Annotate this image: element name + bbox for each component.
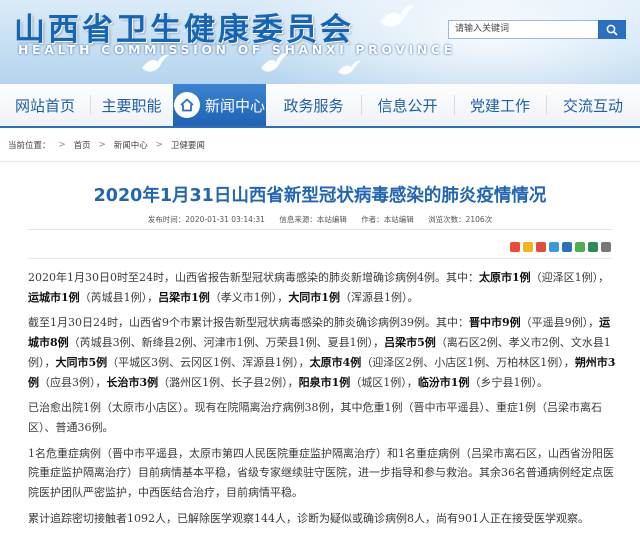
breadcrumb-prefix: 当前位置：	[8, 140, 51, 151]
search-input[interactable]: 请输入关键词	[448, 20, 598, 39]
breadcrumb-separator: >	[58, 139, 66, 150]
nav-item-label: 新闻中心	[204, 96, 265, 115]
info-source: 信息来源：本站编辑	[279, 215, 347, 224]
nav-item-home[interactable]: 网站首页	[0, 84, 90, 126]
highlight-text: 运城市1例	[28, 290, 80, 304]
nav-item-interaction[interactable]: 交流互动	[546, 84, 640, 126]
main-nav: 网站首页 主要职能 新闻中心 政务服务 信息公开 党建工作 交流互动	[0, 84, 640, 128]
article-paragraph: 已治愈出院1例（太原市小店区）。现有在院隔离治疗病例38例，其中危重1例（晋中市…	[28, 398, 618, 437]
dove-icon	[338, 60, 361, 75]
article-paragraph: 1名危重症病例（晋中市平遥县，太原市第四人民医院重症监护隔离治疗）和1名重症病例…	[28, 444, 618, 503]
paragraph-text: （芮城县3例、新绛县2例、河津市1例、万荣县1例、夏县1例），	[68, 336, 385, 350]
share-douban-icon[interactable]	[588, 242, 598, 252]
breadcrumb-home[interactable]: 首页	[74, 139, 91, 151]
breadcrumb-health-news[interactable]: 卫健要闻	[171, 139, 205, 151]
paragraph-text: （城区1例），	[350, 375, 418, 389]
header-banner: 山西省卫生健康委员会 HEALTH COMMISSION OF SHANXI P…	[0, 0, 640, 84]
paragraph-text: （平城区3例、云冈区1例、浑源县1例），	[107, 355, 310, 369]
share-print-icon[interactable]	[601, 242, 611, 252]
share-more-icon[interactable]	[510, 242, 520, 252]
nav-item-label: 网站首页	[14, 96, 75, 115]
breadcrumb: 当前位置： > 首页 > 新闻中心 > 卫健要闻	[0, 128, 640, 162]
share-bar	[510, 242, 611, 252]
highlight-text: 大同市5例	[55, 355, 108, 369]
highlight-text: 吕梁市5例	[384, 336, 436, 350]
paragraph-text: （潞州区1例、长子县2例），	[158, 375, 299, 389]
publish-time: 发布时间：2020-01-31 03:14:31	[147, 215, 265, 224]
article-title: 2020年1月31日山西省新型冠状病毒感染的肺炎疫情情况	[93, 186, 547, 206]
home-icon	[173, 92, 200, 118]
search-button[interactable]	[598, 20, 626, 39]
nav-item-label: 政务服务	[283, 96, 344, 115]
dove-icon	[142, 54, 169, 72]
highlight-text: 吕梁市1例	[158, 290, 210, 304]
highlight-text: 大同市1例	[288, 290, 340, 304]
paragraph-text: 截至1月30日24时，山西省9个市累计报告新型冠状病毒感染的肺炎确诊病例39例。…	[28, 316, 469, 330]
nav-item-party[interactable]: 党建工作	[454, 84, 546, 126]
highlight-text: 太原市4例	[309, 355, 362, 369]
paragraph-text: （浑源县1例）。	[339, 290, 419, 304]
author: 作者：本站编辑	[361, 215, 414, 224]
paragraph-text: 1名危重症病例（晋中市平遥县，太原市第四人民医院重症监护隔离治疗）和1名重症病例…	[28, 446, 614, 500]
nav-item-disclosure[interactable]: 信息公开	[361, 84, 454, 126]
highlight-text: 晋中市9例	[469, 316, 521, 330]
highlight-text: 长治市3例	[106, 375, 159, 389]
nav-item-functions[interactable]: 主要职能	[90, 84, 173, 126]
article-paragraph: 2020年1月30日0时至24时，山西省报告新型冠状病毒感染的肺炎新增确诊病例4…	[28, 268, 618, 307]
divider	[28, 229, 612, 230]
paragraph-text: 2020年1月30日0时至24时，山西省报告新型冠状病毒感染的肺炎新增确诊病例4…	[28, 271, 479, 284]
breadcrumb-separator: >	[98, 139, 106, 150]
paragraph-text: （平遥县9例），	[520, 316, 600, 330]
nav-item-label: 交流互动	[562, 96, 623, 115]
share-wechat-icon[interactable]	[575, 242, 585, 252]
paragraph-text: （乡宁县1例）。	[469, 375, 548, 389]
nav-item-label: 党建工作	[469, 96, 530, 115]
share-tencent-icon[interactable]	[549, 242, 559, 252]
nav-item-services[interactable]: 政务服务	[266, 84, 361, 126]
dove-icon	[380, 5, 414, 27]
search-icon	[606, 24, 618, 36]
article-body: 2020年1月30日0时至24时，山西省报告新型冠状病毒感染的肺炎新增确诊病例4…	[28, 268, 618, 534]
share-qzone-icon[interactable]	[523, 242, 533, 252]
article-meta: 发布时间：2020-01-31 03:14:31 信息来源：本站编辑 作者：本站…	[0, 214, 640, 225]
paragraph-text: 已治愈出院1例（太原市小店区）。现有在院隔离治疗病例38例，其中危重1例（晋中市…	[28, 401, 602, 434]
paragraph-text: （迎泽区1例），	[530, 271, 610, 284]
article-paragraph: 截至1月30日24时，山西省9个市累计报告新型冠状病毒感染的肺炎确诊病例39例。…	[28, 313, 618, 392]
article-paragraph: 累计追踪密切接触者1092人，已解除医学观察144人，诊断为疑似或确诊病例8人，…	[28, 509, 618, 529]
nav-item-news[interactable]: 新闻中心	[173, 84, 266, 126]
site-subtitle: HEALTH COMMISSION OF SHANXI PROVINCE	[18, 42, 456, 57]
highlight-text: 太原市1例	[478, 271, 531, 284]
paragraph-text: （迎泽区2例、小店区1例、万柏林区1例），	[361, 355, 575, 369]
dove-icon	[261, 53, 287, 72]
divider	[28, 258, 612, 259]
paragraph-text: （孝义市1例），	[209, 290, 289, 304]
paragraph-text: （芮城县1例），	[79, 290, 159, 304]
nav-item-label: 信息公开	[377, 96, 438, 115]
share-weibo-icon[interactable]	[536, 242, 546, 252]
share-renren-icon[interactable]	[562, 242, 572, 252]
highlight-text: 阳泉市1例	[298, 375, 351, 389]
breadcrumb-separator: >	[155, 139, 163, 150]
highlight-text: 临汾市1例	[417, 375, 470, 389]
paragraph-text: 累计追踪密切接触者1092人，已解除医学观察144人，诊断为疑似或确诊病例8人，…	[28, 511, 589, 525]
view-count: 浏览次数：2106次	[428, 215, 493, 224]
paragraph-text: （应县3例），	[39, 375, 107, 389]
nav-item-label: 主要职能	[101, 96, 162, 115]
breadcrumb-news[interactable]: 新闻中心	[114, 139, 148, 151]
